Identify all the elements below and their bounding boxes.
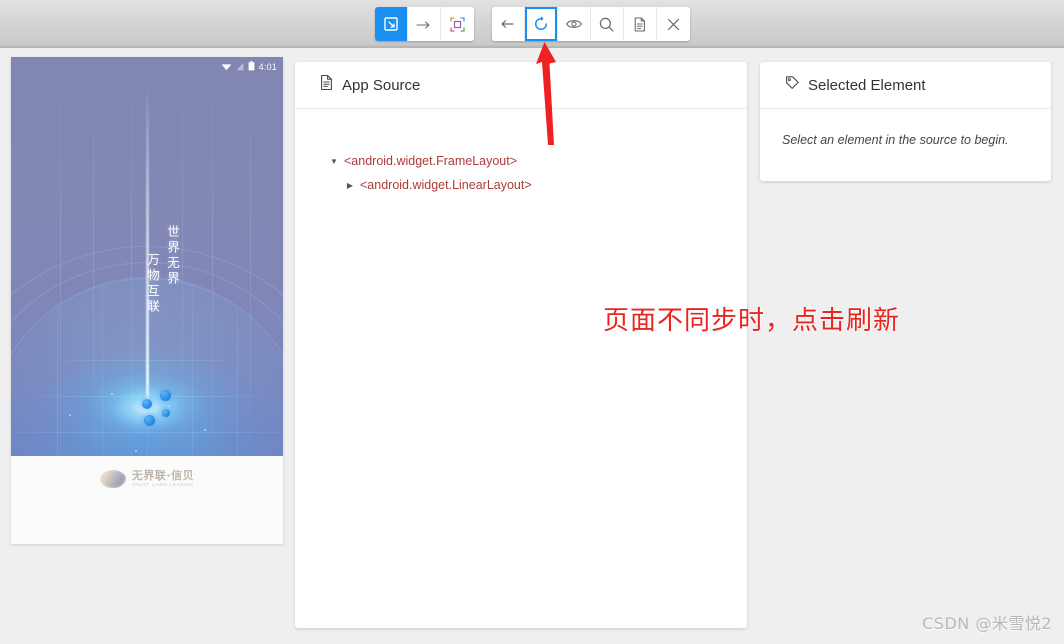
slogan-left-text: 万物互联: [145, 253, 160, 315]
accent-bubble: [144, 415, 155, 426]
status-bar-clock: 4:01: [258, 62, 277, 72]
tree-node-label: <android.widget.FrameLayout>: [344, 154, 518, 168]
toolbar-group-actions: [491, 7, 690, 41]
app-logo: 无界联·信贝 TRUST LIABO LEADING: [99, 469, 195, 488]
copy-source-button[interactable]: [623, 7, 657, 41]
device-status-bar: 4:01: [11, 57, 283, 77]
device-screen-image[interactable]: 世界无界 万物互联 4:01: [11, 57, 283, 456]
chevron-right-icon[interactable]: ▶: [343, 181, 357, 190]
search-for-element-button[interactable]: [590, 7, 624, 41]
accent-bubble: [162, 409, 170, 417]
close-x-icon: [666, 17, 681, 32]
signal-icon: [236, 58, 244, 76]
tag-icon: [784, 75, 800, 96]
eye-icon: [565, 17, 583, 31]
tree-node-label: <android.widget.LinearLayout>: [360, 178, 532, 192]
copy-document-icon: [632, 16, 648, 33]
document-icon: [319, 74, 334, 96]
select-screen-icon: [383, 16, 399, 32]
app-source-header: App Source: [295, 62, 747, 109]
select-element-tool-button[interactable]: [374, 7, 408, 41]
quit-session-button[interactable]: [656, 7, 690, 41]
app-source-title: App Source: [342, 76, 421, 94]
source-tree: ▼ <android.widget.FrameLayout> ▶ <androi…: [295, 109, 747, 197]
selected-element-title: Selected Element: [808, 76, 926, 94]
chevron-down-icon[interactable]: ▼: [327, 157, 341, 166]
annotation-note-text: 页面不同步时，点击刷新: [603, 306, 901, 336]
selected-element-header: Selected Element: [760, 62, 1051, 109]
logo-mark-icon: [99, 470, 126, 488]
device-screenshot-panel[interactable]: 世界无界 万物互联 4:01 无界联·信贝 TRUST LIABO LEADIN…: [11, 57, 283, 544]
accent-bubble: [142, 399, 152, 409]
crop-frame-icon: [449, 16, 466, 33]
tap-by-coordinates-tool-button[interactable]: [440, 7, 474, 41]
arrow-right-icon: [415, 17, 433, 31]
selected-element-empty-message: Select an element in the source to begin…: [782, 133, 1009, 147]
swipe-tool-button[interactable]: [407, 7, 441, 41]
accent-bubble: [160, 390, 171, 401]
toolbar-group-tools: [374, 7, 474, 41]
logo-title-en: TRUST LIABO LEADING: [131, 482, 194, 488]
top-toolbar: [0, 0, 1064, 48]
refresh-icon: [532, 15, 550, 33]
slogan-right-text: 世界无界: [165, 225, 180, 287]
arrow-left-icon: [499, 17, 516, 31]
selected-element-panel: Selected Element Select an element in th…: [760, 62, 1051, 181]
refresh-source-button[interactable]: [524, 7, 558, 41]
start-recording-button[interactable]: [557, 7, 591, 41]
tree-node-framelayout[interactable]: ▼ <android.widget.FrameLayout>: [295, 149, 747, 173]
back-button[interactable]: [491, 7, 525, 41]
battery-icon: [248, 58, 255, 76]
logo-title-cn: 无界联·信贝: [131, 469, 195, 483]
tree-node-linearlayout[interactable]: ▶ <android.widget.LinearLayout>: [295, 173, 747, 197]
magnifier-icon: [598, 16, 615, 33]
device-footer-logo-area: 无界联·信贝 TRUST LIABO LEADING: [11, 456, 283, 544]
csdn-watermark: CSDN @米雪悦2: [922, 614, 1052, 633]
app-source-panel: App Source ▼ <android.widget.FrameLayout…: [295, 62, 747, 628]
wifi-icon: [221, 58, 232, 76]
